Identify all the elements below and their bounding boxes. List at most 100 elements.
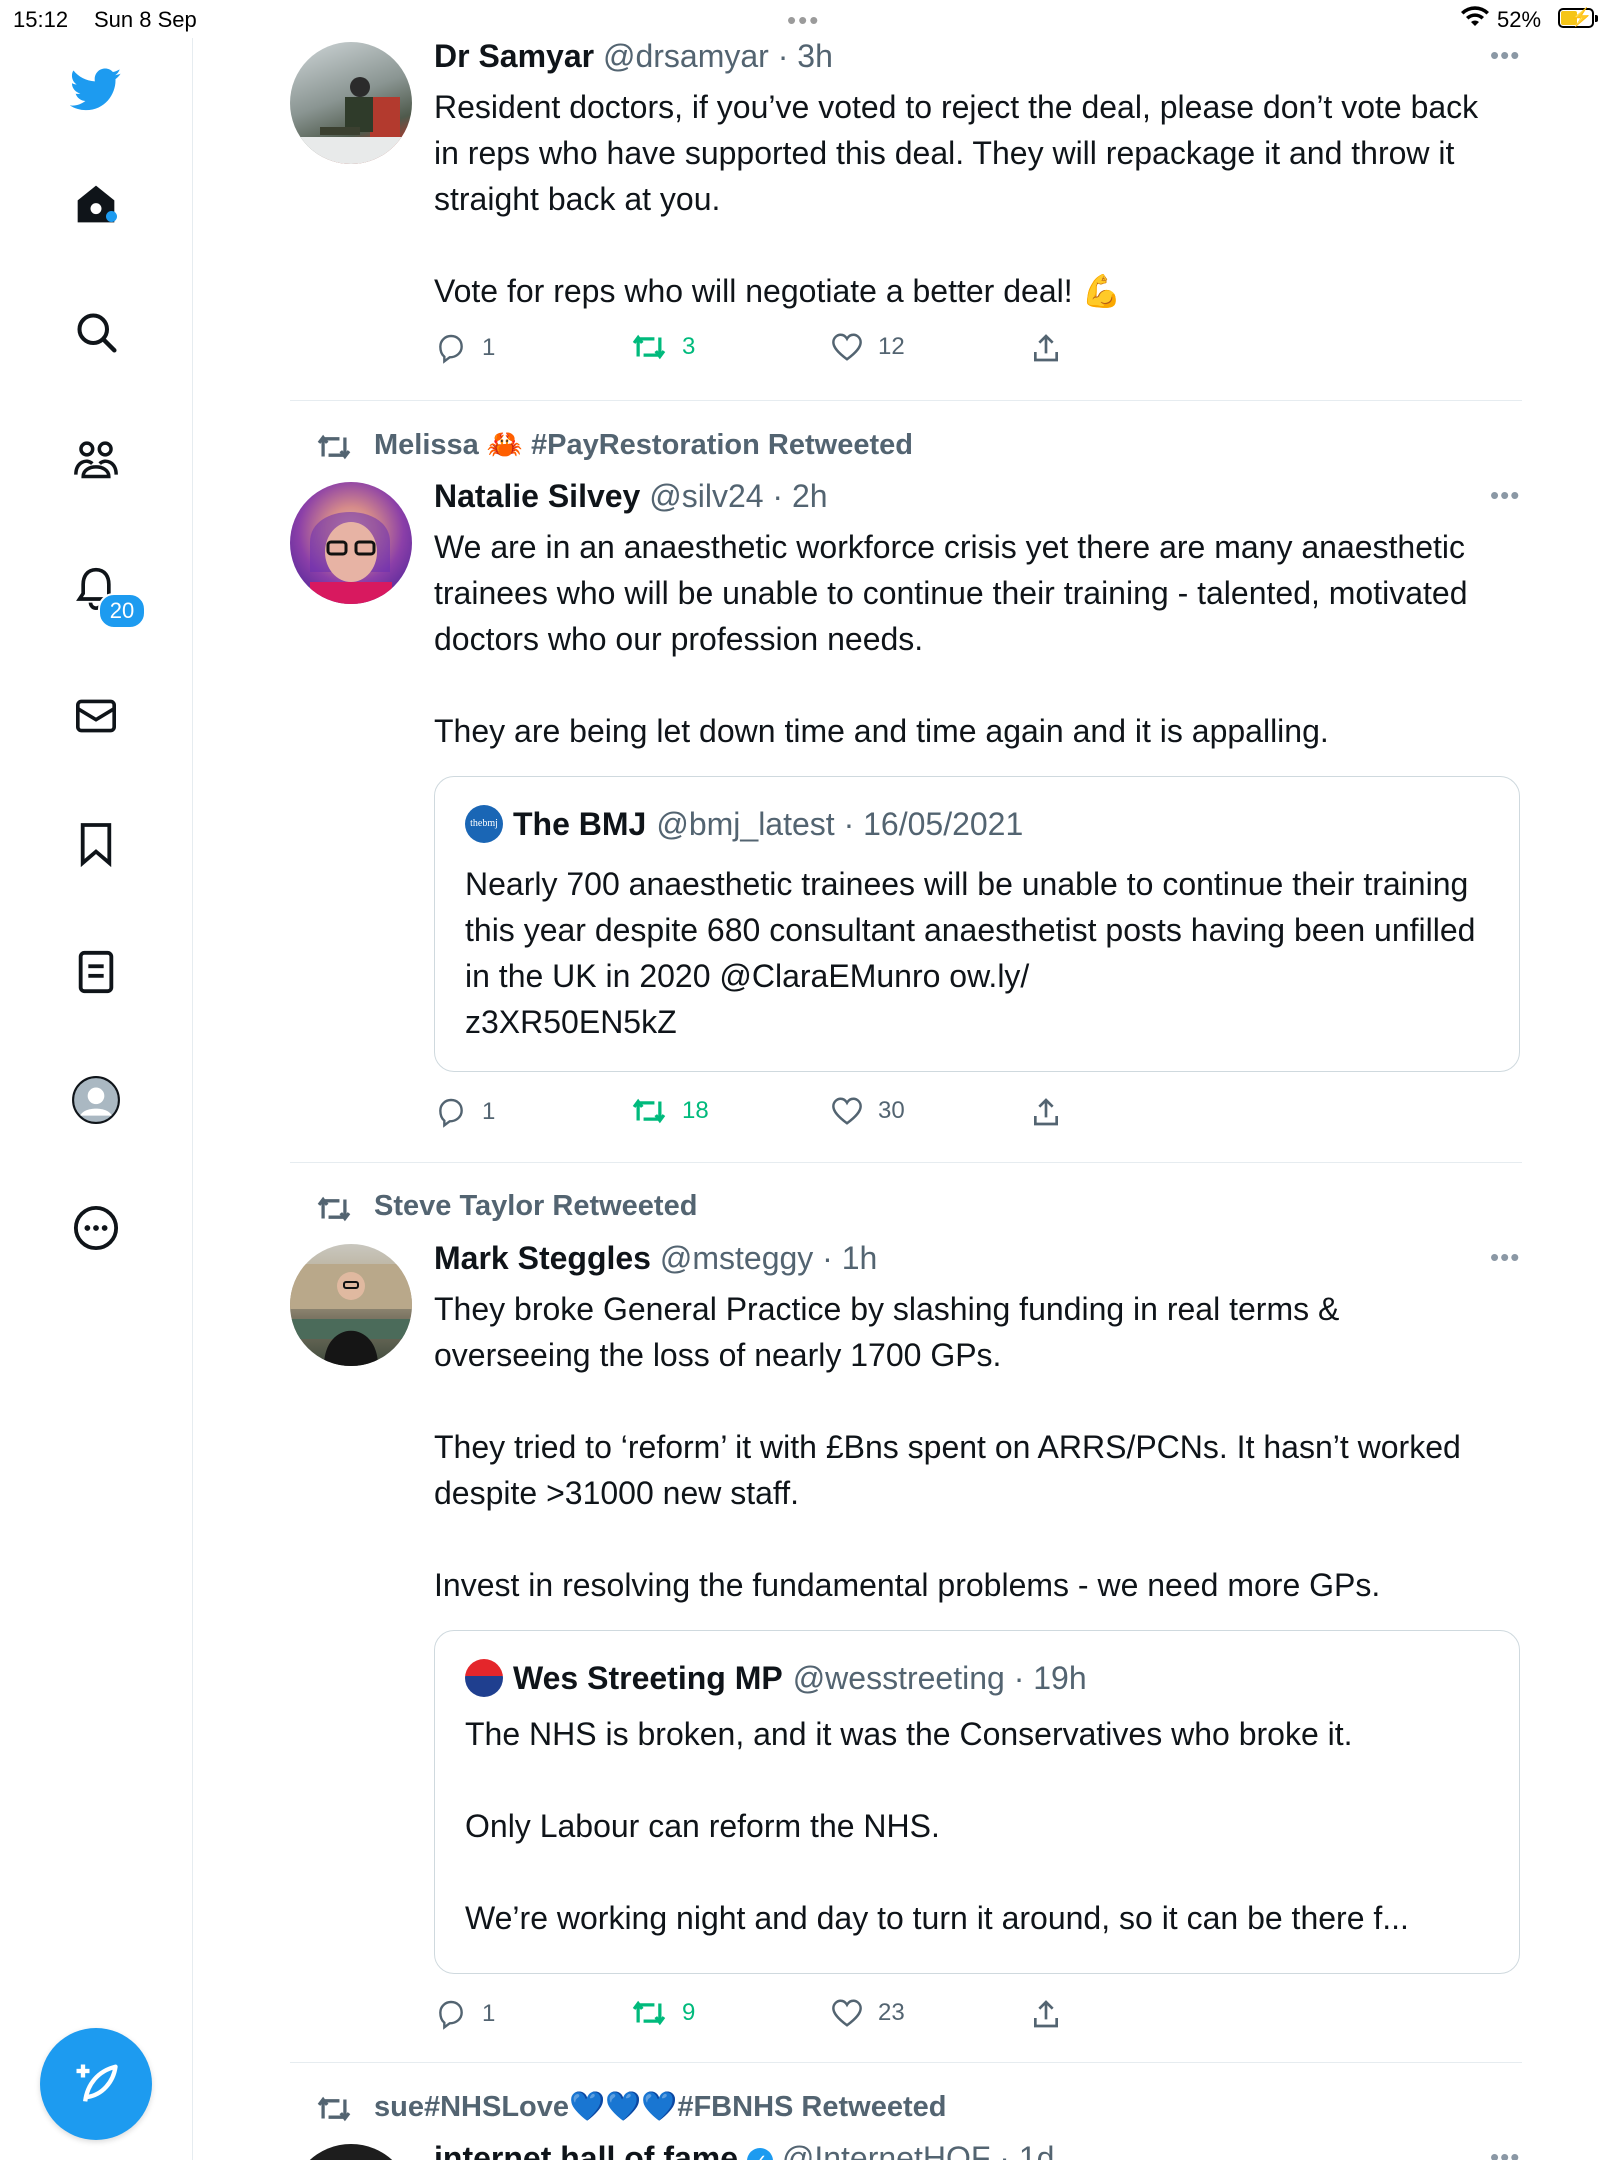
tweet[interactable]: Dr Samyar @drsamyar · 3h ••• Resident do… <box>290 38 1522 398</box>
lists-icon[interactable] <box>68 944 124 1000</box>
retweet-count: 3 <box>682 333 696 360</box>
reply-button[interactable]: 1 <box>434 1096 495 1128</box>
retweet-icon <box>632 1098 666 1124</box>
retweet-icon <box>317 2096 351 2122</box>
retweet-count: 18 <box>682 1097 709 1124</box>
battery-percentage: 52% <box>1497 7 1542 32</box>
heart-icon <box>832 333 862 361</box>
retweeted-by[interactable]: sue#NHSLove💙💙💙#FBNHS Retweeted <box>317 2090 947 2124</box>
author-name[interactable]: internet hall of fame <box>434 2140 738 2160</box>
home-unread-dot <box>106 211 117 222</box>
tweet-header: Natalie Silvey @silv24 · 2h <box>434 478 828 515</box>
author-handle-time[interactable]: @drsamyar · 3h <box>603 38 833 74</box>
reply-count: 1 <box>482 334 496 361</box>
retweet-button[interactable]: 18 <box>630 1096 709 1126</box>
retweeted-by[interactable]: Steve Taylor Retweeted <box>317 1190 698 1223</box>
communities-icon[interactable] <box>68 432 124 488</box>
quoted-tweet-text: Nearly 700 anaesthetic trainees will be … <box>465 866 1476 1040</box>
retweet-icon <box>632 2000 666 2026</box>
quoted-author-name: Wes Streeting MP <box>513 1659 783 1696</box>
share-icon <box>1034 334 1058 362</box>
retweet-button[interactable]: 9 <box>630 1998 695 2028</box>
tweet-actions: 1 3 12 <box>434 332 1134 372</box>
share-button[interactable] <box>1030 332 1062 364</box>
avatar[interactable] <box>290 42 412 164</box>
quoted-author-handle-time: @bmj_latest · 16/05/2021 <box>656 805 1024 842</box>
compose-tweet-button[interactable] <box>40 2028 152 2140</box>
tweet-text: We are in an anaesthetic workforce crisi… <box>434 529 1468 749</box>
search-icon[interactable] <box>68 304 124 360</box>
tweet-text: They broke General Practice by slashing … <box>434 1291 1461 1603</box>
retweeted-by[interactable]: Melissa 🦀 #PayRestoration Retweeted <box>317 428 913 462</box>
reply-button[interactable]: 1 <box>434 332 495 364</box>
share-icon <box>1034 1098 1058 1126</box>
tweet-more-options[interactable]: ••• <box>1490 480 1520 511</box>
like-button[interactable]: 23 <box>830 1998 905 2028</box>
like-count: 23 <box>878 1999 905 2026</box>
share-button[interactable] <box>1030 1998 1062 2030</box>
retweeted-by-label: sue#NHSLove💙💙💙#FBNHS Retweeted <box>374 2091 947 2123</box>
like-button[interactable]: 12 <box>830 332 905 362</box>
notification-count-badge: 20 <box>98 593 146 629</box>
quoted-author-name: The BMJ <box>513 805 647 842</box>
tweet-divider <box>290 400 1522 401</box>
reply-icon <box>439 2000 463 2030</box>
reply-icon <box>439 1098 463 1128</box>
tweet-actions: 1 18 30 <box>434 1096 1134 1136</box>
wifi-icon <box>1460 6 1490 34</box>
retweet-button[interactable]: 3 <box>630 332 695 362</box>
author-name[interactable]: Natalie Silvey <box>434 478 640 514</box>
tweet-header: Mark Steggles @msteggy · 1h <box>434 1240 877 1277</box>
status-time: 15:12 <box>13 7 69 32</box>
home-icon[interactable] <box>68 176 124 232</box>
author-handle-time[interactable]: @InternetHOF · 1d <box>782 2140 1055 2160</box>
tweet-more-options[interactable]: ••• <box>1490 2142 1520 2160</box>
reply-count: 1 <box>482 1098 496 1125</box>
like-button[interactable]: 30 <box>830 1096 905 1126</box>
avatar[interactable] <box>290 2144 412 2160</box>
status-date: Sun 8 Sep <box>94 7 197 32</box>
share-button[interactable] <box>1030 1096 1062 1128</box>
like-count: 30 <box>878 1097 905 1124</box>
retweeted-by-label: Steve Taylor Retweeted <box>374 1190 698 1222</box>
tweet-more-options[interactable]: ••• <box>1490 40 1520 71</box>
bookmarks-icon[interactable] <box>68 816 124 872</box>
twitter-bird-icon[interactable] <box>68 62 124 118</box>
author-name[interactable]: Dr Samyar <box>434 38 594 74</box>
tweet-more-options[interactable]: ••• <box>1490 1242 1520 1273</box>
quoted-tweet[interactable]: thebmj The BMJ @bmj_latest · 16/05/2021 … <box>434 776 1520 1072</box>
tweet-actions: 1 9 23 <box>434 1998 1134 2038</box>
like-count: 12 <box>878 333 905 360</box>
tweet[interactable]: sue#NHSLove💙💙💙#FBNHS Retweeted internet … <box>290 2090 1522 2160</box>
heart-icon <box>832 1097 862 1125</box>
multitasking-dots[interactable]: ••• <box>787 5 820 36</box>
tweet[interactable]: Melissa 🦀 #PayRestoration Retweeted Nata… <box>290 428 1522 1128</box>
quoted-avatar[interactable]: thebmj <box>465 805 503 843</box>
retweet-icon <box>632 334 666 360</box>
tweet-divider <box>290 1162 1522 1163</box>
author-handle-time[interactable]: @silv24 · 2h <box>649 478 827 514</box>
tweet-header: internet hall of fame ✓ @InternetHOF · 1… <box>434 2140 1054 2160</box>
reply-button[interactable]: 1 <box>434 1998 495 2030</box>
author-handle-time[interactable]: @msteggy · 1h <box>660 1240 877 1276</box>
profile-icon[interactable] <box>68 1072 124 1128</box>
retweet-count: 9 <box>682 1999 696 2026</box>
author-name[interactable]: Mark Steggles <box>434 1240 651 1276</box>
quoted-avatar[interactable] <box>465 1659 503 1697</box>
more-icon[interactable] <box>68 1200 124 1256</box>
retweet-icon <box>317 434 351 460</box>
battery-icon: ⚡ <box>1558 7 1598 28</box>
messages-icon[interactable] <box>68 688 124 744</box>
reply-icon <box>439 334 463 364</box>
retweet-icon <box>317 1196 351 1222</box>
avatar[interactable] <box>290 482 412 604</box>
tweet-header: Dr Samyar @drsamyar · 3h <box>434 38 833 75</box>
quoted-tweet[interactable]: Wes Streeting MP @wesstreeting · 19h The… <box>434 1630 1520 1974</box>
sidebar: 20 <box>0 38 193 2160</box>
tweet-text: Resident doctors, if you’ve voted to rej… <box>434 89 1479 309</box>
avatar[interactable] <box>290 1244 412 1366</box>
share-icon <box>1034 2000 1058 2028</box>
compose-tweet-icon <box>76 2064 118 2102</box>
tweet[interactable]: Steve Taylor Retweeted Mark Steggles @ms… <box>290 1190 1522 2050</box>
quoted-tweet-header: Wes Streeting MP @wesstreeting · 19h <box>465 1659 1087 1697</box>
